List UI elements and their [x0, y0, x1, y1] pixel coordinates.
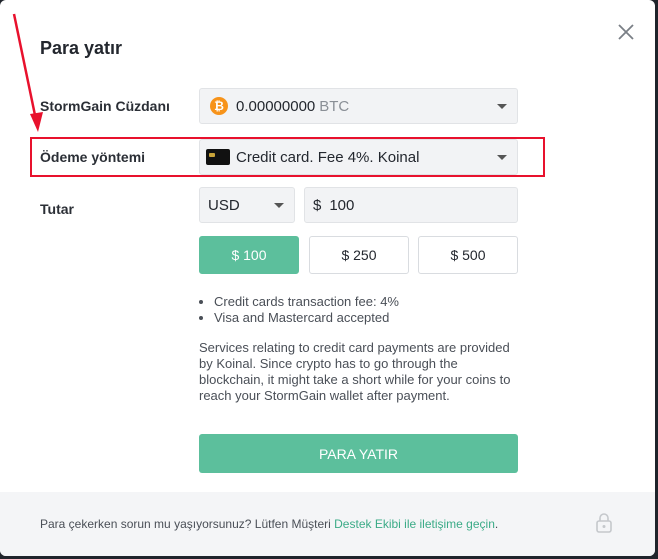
currency-select[interactable]: USD — [199, 187, 295, 223]
preset-500-button[interactable]: $ 500 — [418, 236, 518, 274]
amount-value: 100 — [329, 196, 355, 214]
chevron-down-icon — [274, 203, 284, 208]
amount-input[interactable]: $ 100 — [304, 187, 518, 223]
close-icon[interactable] — [614, 20, 638, 44]
footer: Para çekerken sorun mu yaşıyorsunuz? Lüt… — [0, 492, 655, 556]
currency-symbol: $ — [313, 196, 322, 214]
provider-description: Services relating to credit card payment… — [199, 340, 511, 403]
annotation-arrow-icon — [12, 13, 43, 132]
wallet-select[interactable]: ₿ 0.00000000 BTC — [199, 88, 518, 124]
deposit-modal: Para yatır StormGain Cüzdanı ₿ 0.0000000… — [0, 0, 655, 556]
chevron-down-icon — [497, 104, 507, 109]
wallet-amount: 0.00000000 — [236, 97, 316, 115]
wallet-currency: BTC — [319, 97, 350, 115]
note-item: Credit cards transaction fee: 4% — [214, 294, 399, 310]
preset-100-button[interactable]: $ 100 — [199, 236, 299, 274]
deposit-button[interactable]: PARA YATIR — [199, 434, 518, 473]
footer-text: Para çekerken sorun mu yaşıyorsunuz? Lüt… — [40, 517, 498, 531]
bitcoin-icon: ₿ — [210, 97, 228, 115]
preset-250-button[interactable]: $ 250 — [309, 236, 409, 274]
fee-notes: Credit cards transaction fee: 4% Visa an… — [198, 294, 399, 326]
support-link[interactable]: Destek Ekibi ile iletişime geçin — [334, 517, 495, 531]
footer-message: Para çekerken sorun mu yaşıyorsunuz? Lüt… — [40, 517, 335, 531]
lock-icon — [595, 512, 613, 539]
note-item: Visa and Mastercard accepted — [214, 310, 399, 326]
amount-label: Tutar — [40, 201, 74, 217]
footer-suffix: . — [494, 517, 499, 531]
currency-value: USD — [208, 196, 240, 214]
highlight-box — [30, 137, 545, 177]
